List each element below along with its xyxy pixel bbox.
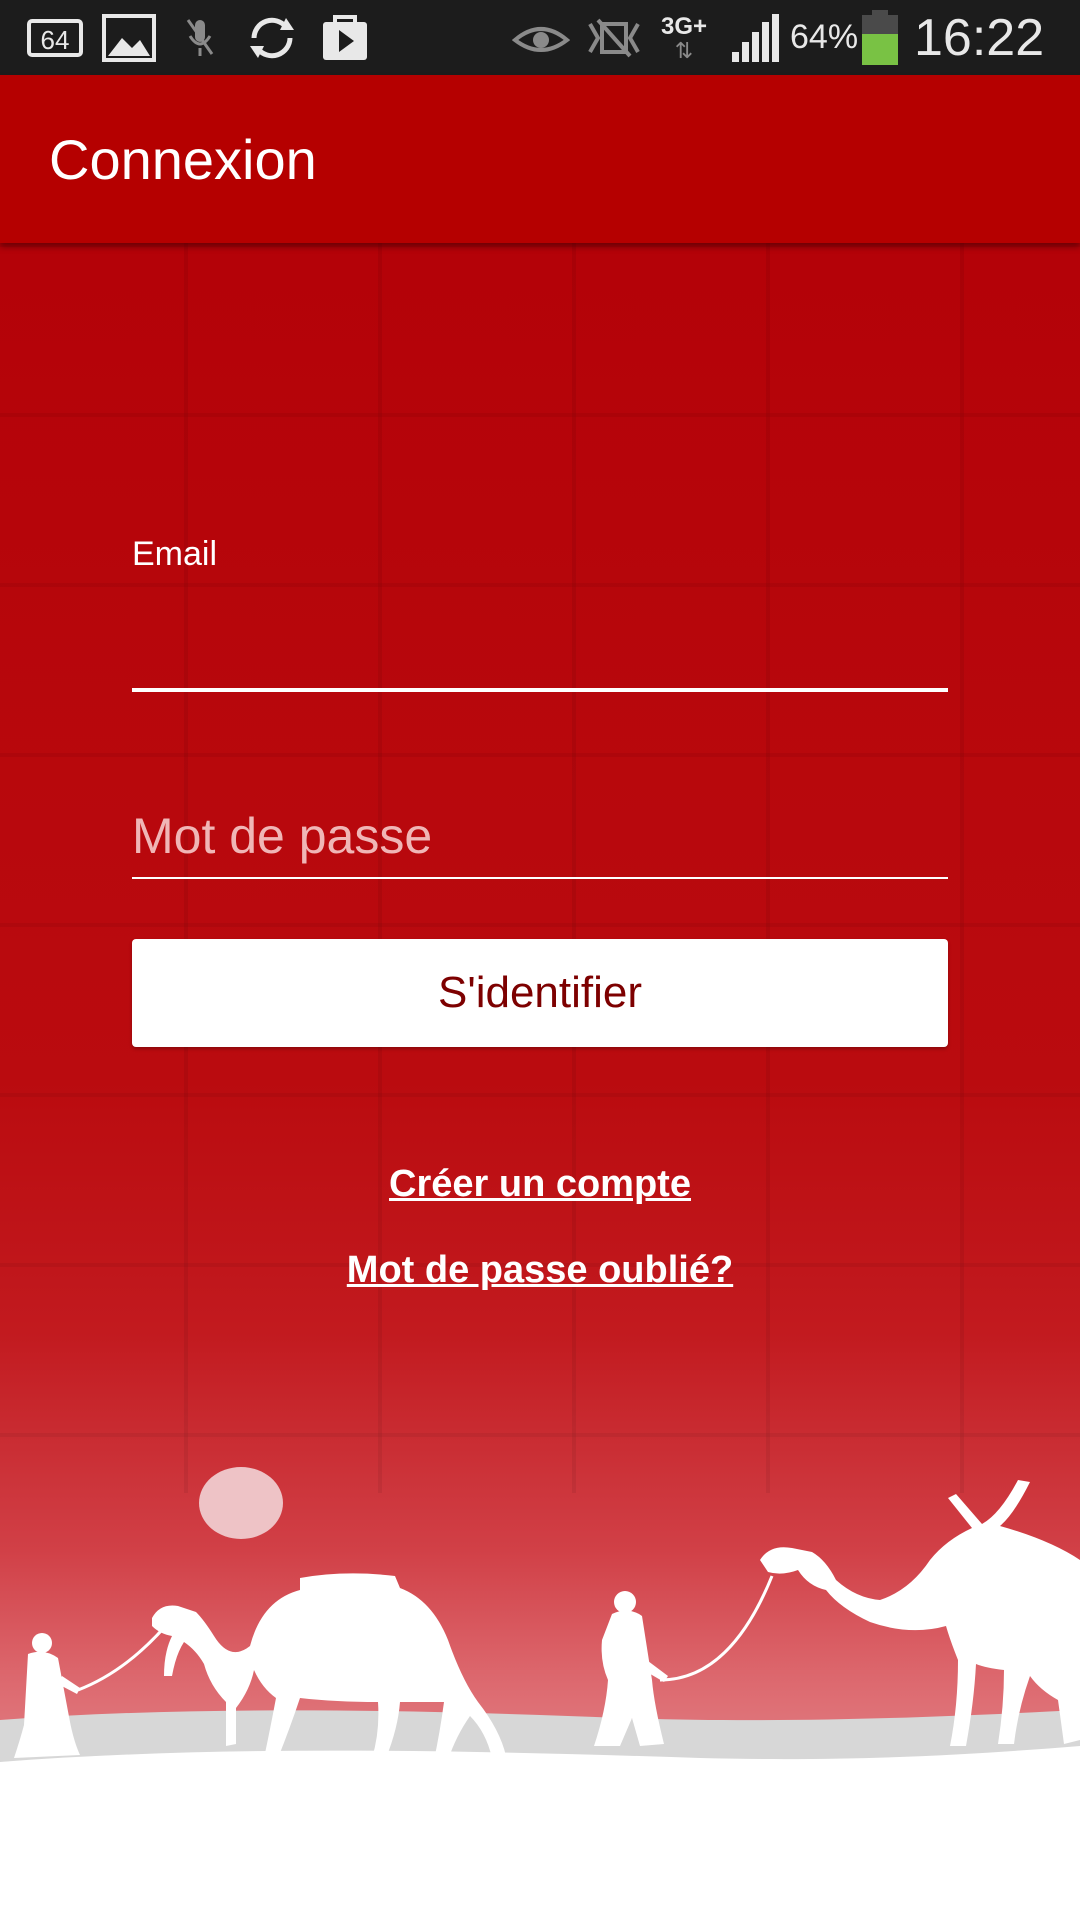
email-label: Email [132,535,218,573]
forgot-password-link[interactable]: Mot de passe oublié? [0,1249,1080,1292]
desert-illustration [0,1467,1080,1920]
gallery-icon [102,10,156,65]
data-arrows-icon: ⇅ [674,37,694,63]
rope-right [659,1575,774,1682]
camel-icon [760,1480,1080,1746]
clock: 16:22 [914,8,1045,67]
eye-icon [512,10,570,65]
app-bar: Connexion [0,75,1080,243]
page-title: Connexion [49,127,317,191]
network-3g-plus-icon: 3G+ ⇅ [654,10,714,65]
storage-badge-text: 64 [41,25,70,55]
sand-foreground [0,1746,1080,1920]
create-account-link[interactable]: Créer un compte [0,1163,1080,1206]
storage-64-icon: 64 [26,10,86,65]
nfc-muted-icon [584,10,644,65]
network-type-label: 3G+ [660,12,708,40]
battery-percent: 64% [790,18,859,56]
battery-icon [860,9,900,65]
signal-icon [730,10,780,65]
sync-icon [246,10,298,65]
play-store-icon [320,10,370,65]
login-button[interactable]: S'identifier [132,939,948,1047]
password-field[interactable] [132,795,948,879]
moon-icon [199,1467,283,1539]
email-field[interactable] [132,600,948,692]
traveler-icon [14,1633,80,1758]
mic-muted-icon [186,10,214,65]
status-bar: 64 3G+ ⇅ 64% 16:22 [0,0,1080,75]
